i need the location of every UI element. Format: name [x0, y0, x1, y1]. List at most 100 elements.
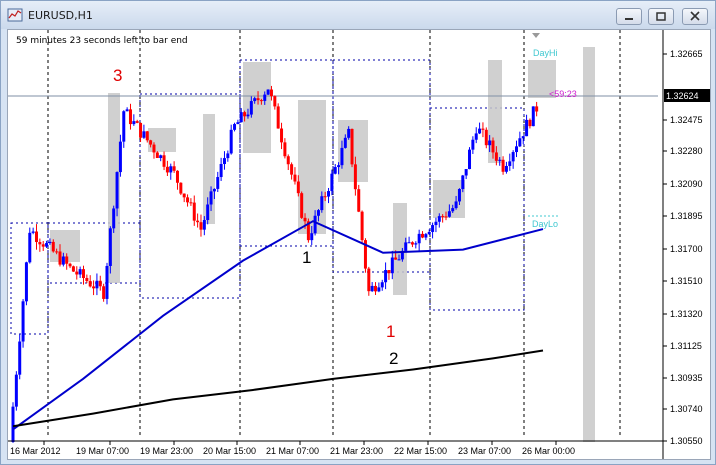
bullish-candle: [333, 167, 337, 174]
bearish-candle: [165, 166, 169, 173]
bullish-candle: [229, 129, 233, 154]
price-tick-label: 1.31510: [670, 276, 703, 286]
bearish-candle: [175, 170, 179, 183]
bullish-candle: [125, 109, 129, 112]
price-tick-label: 1.31700: [670, 244, 703, 254]
bullish-candle: [320, 196, 324, 211]
bearish-candle: [81, 269, 85, 279]
bullish-candle: [521, 136, 525, 139]
bullish-candle: [407, 242, 411, 244]
bearish-candle: [51, 241, 55, 252]
price-chart[interactable]: 1.32665 1.32475 1.32280 1.32090 1.31895 1.317…: [8, 30, 710, 459]
bullish-candle: [330, 173, 334, 192]
bearish-candle: [394, 257, 398, 260]
bearish-candle: [410, 242, 414, 245]
annotation-red-3: 3: [113, 66, 122, 85]
bearish-candle: [196, 220, 200, 223]
bullish-candle: [340, 147, 344, 166]
annotation-red-1: 1: [386, 322, 395, 341]
bullish-candle: [457, 189, 461, 202]
bullish-candle: [380, 282, 384, 288]
session-highlights: [50, 47, 595, 442]
price-tick-label: 1.30935: [670, 373, 703, 383]
price-tick-label: 1.32665: [670, 49, 703, 59]
maximize-button[interactable]: [648, 8, 674, 25]
bullish-candle: [451, 208, 455, 212]
bullish-candle: [209, 191, 213, 205]
bearish-candle: [501, 159, 505, 172]
time-tick-label: 20 Mar 15:00: [203, 446, 256, 456]
price-tick-label: 1.32280: [670, 146, 703, 156]
annotation-black-2: 2: [389, 349, 398, 368]
bullish-candle: [464, 169, 468, 176]
bearish-candle: [421, 233, 425, 238]
bearish-candle: [145, 131, 149, 141]
bearish-candle: [323, 196, 327, 198]
price-tick-label: 1.30740: [670, 404, 703, 414]
bearish-candle: [179, 182, 183, 194]
bearish-candle: [243, 112, 247, 117]
bearish-candle: [535, 106, 539, 112]
price-tick-label: 1.31320: [670, 309, 703, 319]
bearish-candle: [374, 285, 378, 292]
bearish-candle: [128, 109, 132, 125]
bearish-candle: [273, 96, 277, 107]
bearish-candle: [441, 216, 445, 218]
bullish-candle: [132, 121, 136, 125]
bearish-candle: [55, 251, 59, 253]
bullish-candle: [461, 175, 465, 190]
bullish-candle: [310, 233, 314, 241]
bullish-candle: [266, 89, 270, 95]
bearish-candle: [71, 266, 75, 272]
bearish-candle: [149, 140, 153, 145]
close-button[interactable]: [682, 8, 708, 25]
bullish-candle: [313, 215, 317, 234]
bearish-candle: [186, 197, 190, 203]
bar-countdown-text: 59 minutes 23 seconds left to bar end: [16, 36, 188, 46]
bullish-candle: [206, 204, 210, 221]
bearish-candle: [491, 140, 495, 153]
bullish-candle: [508, 161, 512, 166]
chart-window-icon: [7, 8, 23, 22]
bullish-candle: [28, 232, 32, 263]
bearish-candle: [92, 286, 96, 289]
minimize-button[interactable]: [616, 8, 642, 25]
window-title: EURUSD,H1: [28, 9, 93, 22]
bearish-candle: [528, 119, 532, 127]
bullish-candle: [478, 128, 482, 134]
bearish-candle: [155, 152, 159, 158]
bullish-candle: [61, 256, 65, 265]
bullish-candle: [222, 158, 226, 165]
bullish-candle: [233, 124, 237, 130]
price-tick-label: 1.32475: [670, 115, 703, 125]
bullish-candle: [417, 233, 421, 244]
bearish-candle: [41, 244, 45, 247]
bullish-candle: [219, 164, 223, 178]
time-axis: 16 Mar 2012 19 Mar 07:00 19 Mar 23:00 20 Ma…: [10, 441, 575, 456]
title-bar[interactable]: EURUSD,H1: [1, 1, 715, 29]
bullish-candle: [488, 140, 492, 146]
bullish-candle: [327, 191, 331, 197]
moving-average-blue: [12, 220, 544, 431]
bullish-candle: [337, 165, 341, 168]
bullish-candle: [468, 149, 472, 170]
bullish-candle: [437, 216, 441, 222]
bearish-candle: [189, 202, 193, 204]
bullish-candle: [424, 234, 428, 238]
bullish-candle: [118, 141, 122, 173]
bearish-candle: [269, 89, 273, 97]
bearish-candle: [357, 189, 361, 212]
bullish-candle: [515, 146, 519, 153]
bullish-candle: [427, 231, 431, 235]
bullish-candle: [504, 165, 508, 172]
chart-window: EURUSD,H1 1.32665 1.32475 1.32280 1.3209…: [0, 0, 716, 465]
bullish-candle: [253, 98, 257, 102]
bearish-candle: [290, 164, 294, 175]
chart-area[interactable]: 1.32665 1.32475 1.32280 1.32090 1.31895 1.317…: [7, 29, 711, 460]
bullish-candle: [531, 106, 535, 127]
bullish-candle: [390, 257, 394, 274]
daylo-label: DayLo: [532, 219, 558, 229]
bullish-candle: [48, 241, 52, 244]
bullish-candle: [246, 114, 250, 117]
bearish-candle: [58, 251, 62, 265]
